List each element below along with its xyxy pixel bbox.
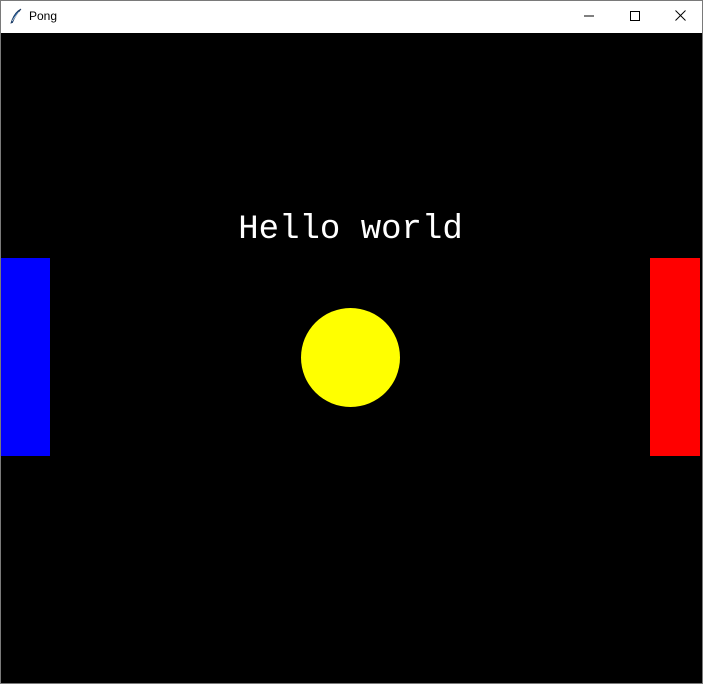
- left-paddle: [1, 258, 50, 456]
- close-button[interactable]: [657, 1, 703, 32]
- minimize-button[interactable]: [566, 1, 612, 32]
- ball: [301, 308, 400, 407]
- minimize-icon: [584, 8, 594, 26]
- game-canvas[interactable]: Hello world: [1, 33, 702, 683]
- close-icon: [674, 8, 686, 26]
- title-bar[interactable]: Pong: [1, 1, 702, 32]
- maximize-button[interactable]: [612, 1, 658, 32]
- app-window: Pong Hello world: [0, 0, 703, 684]
- right-paddle: [650, 258, 700, 456]
- feather-icon: [9, 8, 23, 24]
- maximize-icon: [630, 8, 640, 26]
- window-title: Pong: [29, 9, 58, 23]
- hello-text: Hello world: [238, 211, 463, 249]
